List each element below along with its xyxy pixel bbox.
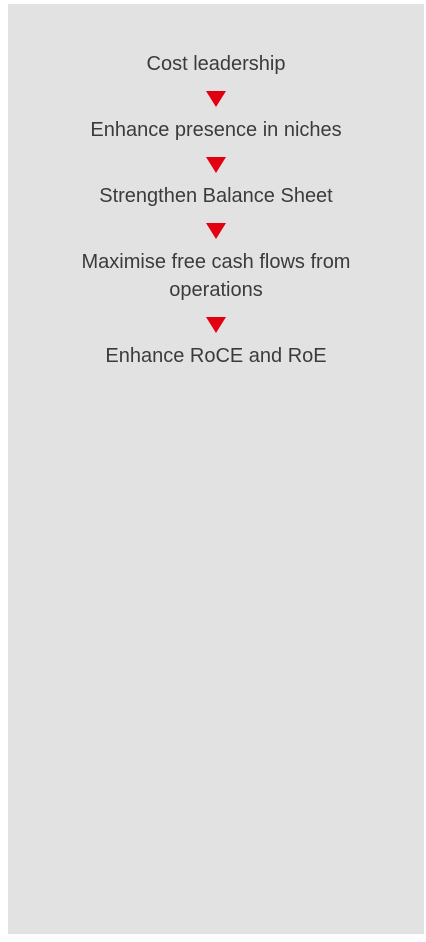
strategy-panel: Cost leadership Enhance presence in nich… (8, 4, 424, 934)
down-triangle-icon (206, 91, 226, 107)
flow-step-cost-leadership: Cost leadership (146, 53, 286, 75)
down-triangle-icon (206, 157, 226, 173)
down-triangle-icon (206, 317, 226, 333)
flow-step-enhance-presence: Enhance presence in niches (90, 119, 342, 141)
flow-step-free-cash-flows: Maximise free cash flows from operations (81, 251, 351, 301)
flow-step-roce-roe: Enhance RoCE and RoE (105, 345, 327, 367)
strategy-flow: Cost leadership Enhance presence in nich… (8, 50, 424, 370)
down-triangle-icon (206, 223, 226, 239)
flow-step-balance-sheet: Strengthen Balance Sheet (99, 185, 333, 207)
